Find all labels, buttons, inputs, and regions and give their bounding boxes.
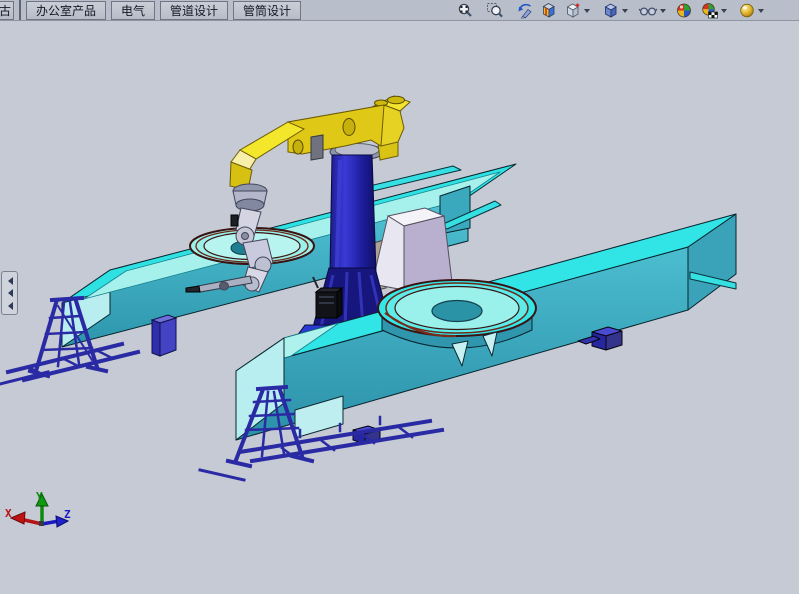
tab-piping-design[interactable]: 管道设计 [160,1,228,20]
edit-appearance-icon [675,2,693,19]
tab-office-products[interactable]: 办公室产品 [26,1,106,20]
apply-scene-button[interactable] [699,0,728,20]
edit-appearance-button[interactable] [674,0,694,20]
left-arrow-icon [4,289,13,297]
left-arrow-icon [4,277,13,285]
view-settings-button[interactable] [737,0,765,20]
view-orientation-button[interactable] [563,0,591,20]
apply-scene-icon [700,2,719,19]
rear-beam-pedestal [152,315,176,356]
tab-clipped[interactable]: 古 [0,1,14,20]
zoom-to-fit-button[interactable] [455,0,475,20]
zoom-to-area-button[interactable] [485,0,505,20]
feature-tree-expand-button[interactable] [1,271,18,315]
display-style-icon [602,2,620,19]
zoom-to-fit-icon [456,2,474,19]
tab-tubing-design[interactable]: 管筒设计 [233,1,301,20]
axis-z-label: Z [64,508,71,521]
view-settings-icon [738,2,756,19]
display-style-button[interactable] [601,0,629,20]
dropdown-arrow [584,9,590,16]
robot-boom-arm [230,96,410,190]
heads-up-view-toolbar [455,0,799,20]
tab-electrical[interactable]: 电气 [111,1,155,20]
dropdown-arrow [721,9,727,16]
reference-triad: X Y Z [5,490,71,527]
view-orientation-icon [564,2,582,19]
section-view-button[interactable] [539,0,559,20]
command-manager-toolbar: 古 办公室产品 电气 管道设计 管筒设计 [0,0,799,21]
zoom-to-area-icon [486,2,504,19]
previous-view-icon [515,2,534,19]
toolbar-separator [19,0,21,20]
graphics-viewport[interactable]: X Y Z [0,0,799,589]
cad-window: { "window": { "background_color": "#c5ca… [0,0,799,589]
dropdown-arrow [660,9,666,16]
cad-scene: X Y Z [0,0,799,589]
axis-y-label: Y [36,490,43,503]
checkered-flag-icon [709,12,718,18]
left-arrow-icon [4,302,13,310]
dropdown-arrow [758,9,764,16]
previous-view-button[interactable] [514,0,535,20]
hide-show-items-button[interactable] [637,0,667,20]
axis-x-label: X [5,507,12,520]
hide-show-items-icon [638,2,658,19]
section-view-icon [540,2,558,19]
dropdown-arrow [622,9,628,16]
